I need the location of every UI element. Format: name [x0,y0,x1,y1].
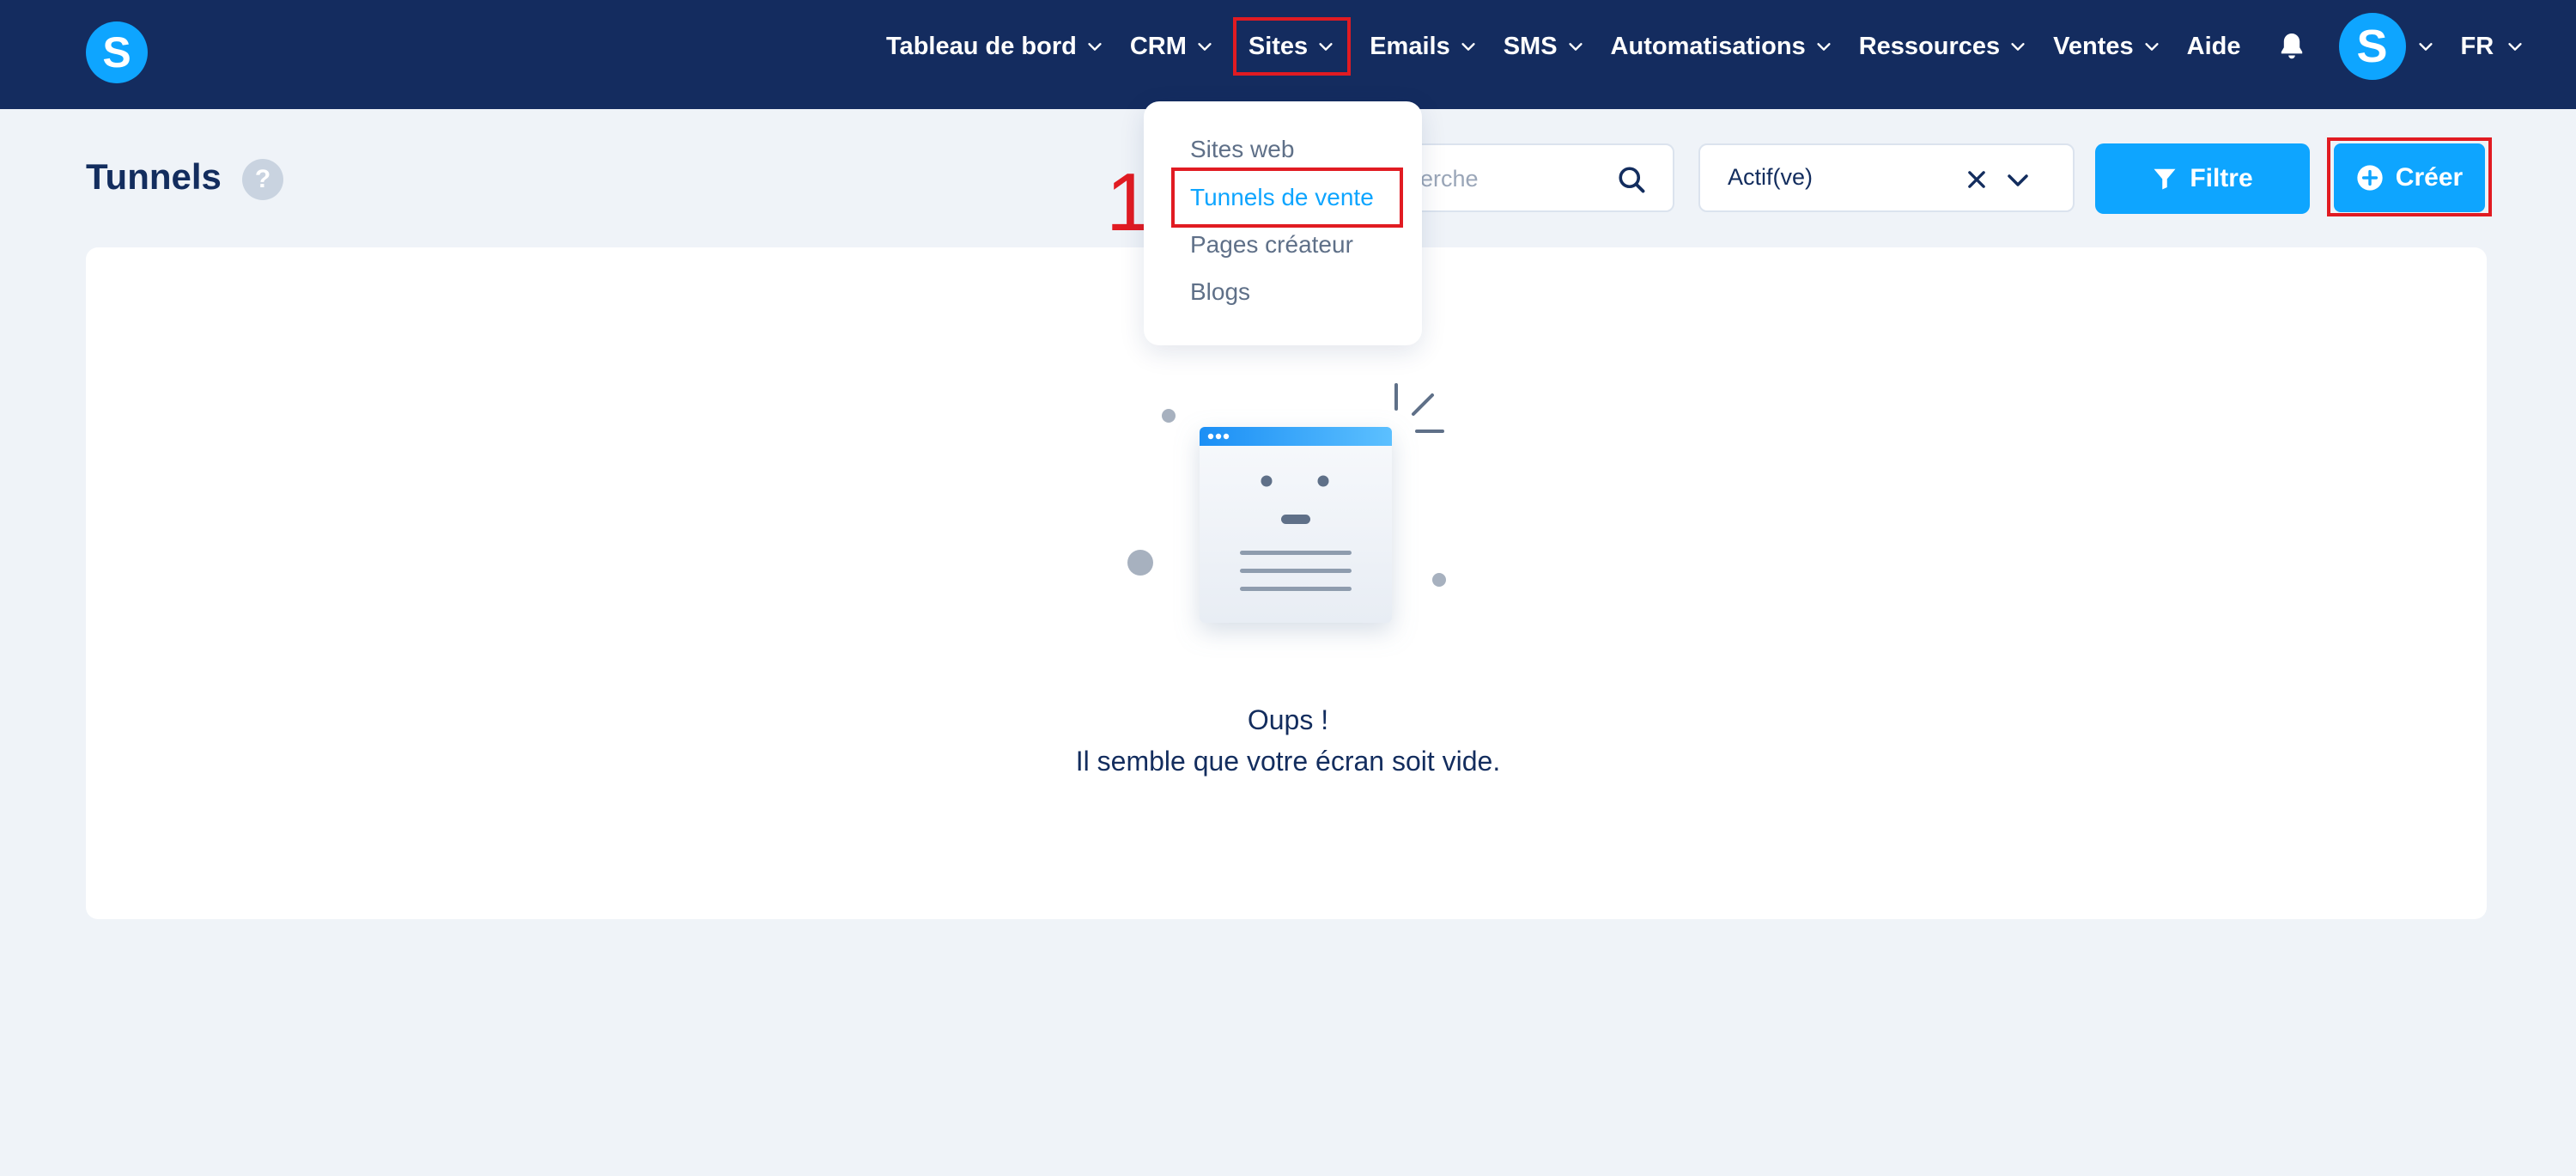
chevron-down-icon [1461,43,1475,51]
nav-label: Tableau de bord [886,32,1077,60]
logo-letter: S [102,28,131,76]
menu-item-sites-web[interactable]: Sites web [1190,136,1294,163]
create-label: Créer [2395,163,2464,192]
chevron-down-icon [1568,43,1583,51]
empty-state-illustration [1127,383,1446,623]
chevron-down-icon [1319,43,1333,51]
chevron-down-icon [1198,43,1212,51]
menu-item-blogs[interactable]: Blogs [1190,278,1250,306]
nav-item-dashboard[interactable]: Tableau de bord [883,21,1108,72]
chevron-down-icon [1088,43,1102,51]
user-avatar[interactable]: S [2338,13,2406,80]
menu-item-creator-pages[interactable]: Pages créateur [1190,231,1353,259]
search-icon[interactable] [1616,164,1647,195]
plus-circle-icon [2357,165,2383,191]
nav-label: CRM [1129,32,1187,60]
chevron-down-icon[interactable] [2004,168,2032,193]
filter-button[interactable]: Filtre [2095,143,2310,214]
nav-label: SMS [1503,32,1558,60]
nav-label: Ventes [2053,32,2134,60]
language-label: FR [2460,32,2494,60]
main-nav: Tableau de bord CRM Sites Emails SMS Aut… [883,0,2524,93]
page-title: Tunnels [86,156,222,197]
chevron-down-icon [2145,43,2159,51]
nav-item-automations[interactable]: Automatisations [1607,21,1837,72]
empty-state-title: Oups ! [1247,704,1329,735]
bell-icon[interactable] [2275,29,2308,64]
chevron-down-icon [2011,43,2025,51]
chevron-down-icon [2508,43,2522,51]
nav-label: Aide [2186,32,2241,60]
nav-item-emails[interactable]: Emails [1366,21,1481,72]
nav-item-sales[interactable]: Ventes [2050,21,2165,72]
highlight-sales-funnels [1171,168,1403,228]
app-logo[interactable]: S [86,21,148,83]
close-icon[interactable] [1965,168,1989,192]
filter-icon [2154,168,2176,190]
nav-item-resources[interactable]: Ressources [1856,21,2031,72]
create-button[interactable]: Créer [2334,143,2485,212]
nav-item-help[interactable]: Aide [2184,21,2245,72]
chevron-down-icon [1817,43,1831,51]
nav-label: Automatisations [1610,32,1806,60]
nav-item-crm[interactable]: CRM [1127,21,1218,72]
filter-label: Filtre [2190,164,2253,192]
language-selector[interactable]: FR [2461,33,2525,61]
nav-label: Emails [1370,32,1450,60]
status-value: Actif(ve) [1728,164,1814,190]
empty-state-message: Il semble que votre écran soit vide. [1075,746,1501,777]
help-glyph: ? [254,165,271,193]
help-icon[interactable]: ? [242,159,283,200]
nav-item-sms[interactable]: SMS [1500,21,1589,72]
nav-label: Sites [1248,32,1309,60]
search-input[interactable] [1419,161,1611,197]
status-select[interactable]: Actif(ve) [1698,143,2075,212]
nav-label: Ressources [1858,32,2001,60]
avatar-letter: S [2356,21,2388,72]
nav-item-sites[interactable]: Sites [1232,17,1352,76]
chevron-down-icon[interactable] [2416,37,2435,56]
